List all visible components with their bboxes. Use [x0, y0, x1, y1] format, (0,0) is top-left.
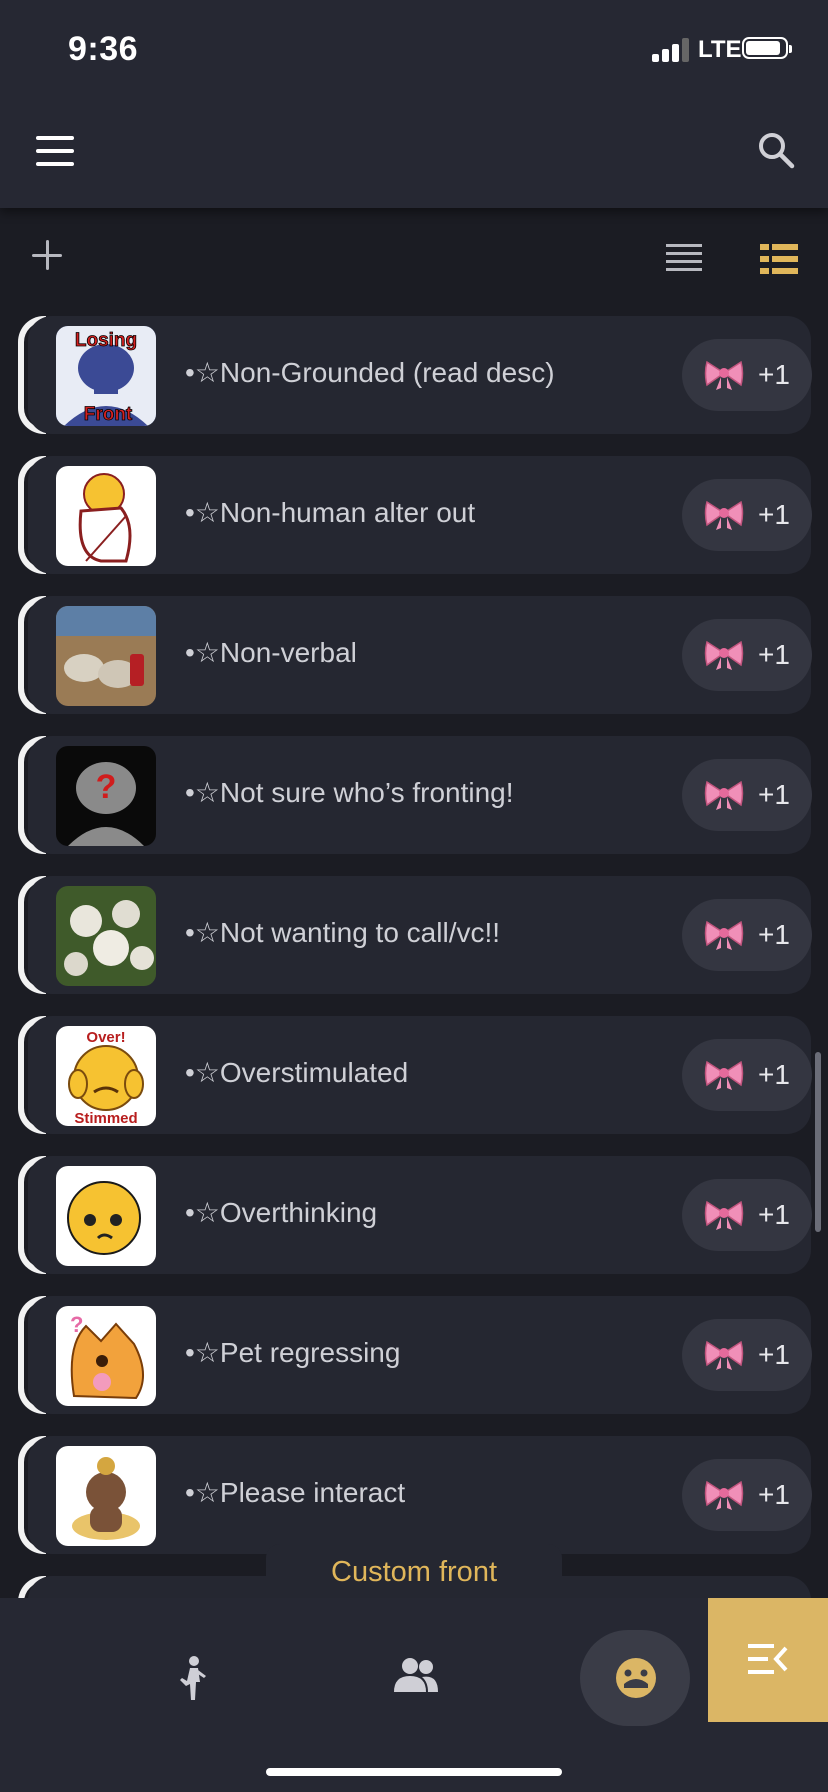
bottom-navigation: [0, 1598, 828, 1792]
list-item[interactable]: •☆Non-verbal +1: [18, 596, 812, 714]
bow-icon: [704, 500, 744, 530]
row-label: •☆Pet regressing: [185, 1337, 401, 1368]
bump-count: +1: [758, 1479, 790, 1510]
row-label: •☆Non-verbal: [185, 637, 357, 668]
signal-icon: [652, 38, 694, 62]
avatar-text: Over!: [86, 1029, 125, 1046]
bow-icon: [704, 1340, 744, 1370]
bow-icon: [704, 780, 744, 810]
row-card[interactable]: ? •☆Pet regressing +1: [28, 1296, 812, 1414]
list-item[interactable]: •☆Not wanting to call/vc!! +1: [18, 876, 812, 994]
list-view-icon[interactable]: [664, 244, 704, 274]
avatar: Losing Front: [56, 326, 156, 426]
bump-count: +1: [758, 1199, 790, 1230]
bump-count: +1: [758, 779, 790, 810]
list-item[interactable]: ? •☆Not sure who’s fronting! +1: [18, 736, 812, 854]
row-card[interactable]: •☆Please interact +1: [28, 1436, 812, 1554]
avatar: ?: [56, 1306, 156, 1406]
svg-text:?: ?: [96, 768, 117, 806]
bump-button[interactable]: +1: [682, 899, 812, 971]
row-card[interactable]: Losing Front •☆Non-Grounded (read desc) …: [28, 316, 812, 434]
bump-button[interactable]: +1: [682, 619, 812, 691]
row-label: •☆Not wanting to call/vc!!: [185, 917, 501, 948]
app-header: 9:36 LTE: [0, 0, 828, 208]
bump-count: +1: [758, 639, 790, 670]
bump-count: +1: [758, 359, 790, 390]
avatar: [56, 886, 156, 986]
list-item[interactable]: •☆Overthinking +1: [18, 1156, 812, 1274]
avatar: [56, 466, 156, 566]
row-card[interactable]: •☆Not wanting to call/vc!! +1: [28, 876, 812, 994]
nav-members-button[interactable]: [358, 1630, 468, 1726]
bump-count: +1: [758, 919, 790, 950]
bow-icon: [704, 1480, 744, 1510]
avatar: [56, 1166, 156, 1266]
bump-count: +1: [758, 1059, 790, 1090]
svg-text:?: ?: [70, 1312, 83, 1337]
avatar-text: Losing: [75, 330, 137, 351]
list-item[interactable]: Over! Stimmed •☆Overstimulated +1: [18, 1016, 812, 1134]
bump-button[interactable]: +1: [682, 339, 812, 411]
bump-button[interactable]: +1: [682, 1319, 812, 1391]
bump-button[interactable]: +1: [682, 1179, 812, 1251]
scrollbar[interactable]: [815, 1052, 821, 1232]
walking-person-icon: [180, 1656, 206, 1700]
row-card[interactable]: •☆Non-verbal +1: [28, 596, 812, 714]
search-icon[interactable]: [756, 130, 796, 170]
avatar-text: Front: [84, 404, 133, 425]
bump-button[interactable]: +1: [682, 1459, 812, 1531]
list-item[interactable]: Losing Front •☆Non-Grounded (read desc) …: [18, 316, 812, 434]
nav-fronting-button[interactable]: [138, 1630, 248, 1726]
detail-view-icon[interactable]: [760, 244, 798, 274]
custom-front-tab: Custom front: [266, 1544, 562, 1602]
row-label: •☆Overthinking: [185, 1197, 378, 1228]
row-label: •☆Non-Grounded (read desc): [185, 357, 555, 388]
bump-button[interactable]: +1: [682, 479, 812, 551]
row-label: •☆Please interact: [185, 1477, 406, 1508]
avatar-text: Stimmed: [74, 1110, 137, 1126]
menu-collapse-icon: [748, 1644, 788, 1674]
bump-count: +1: [758, 499, 790, 530]
bow-icon: [704, 640, 744, 670]
list-item[interactable]: •☆Non-human alter out +1: [18, 456, 812, 574]
bump-button[interactable]: +1: [682, 759, 812, 831]
group-icon: [394, 1658, 438, 1692]
network-type: LTE: [698, 36, 742, 63]
row-card[interactable]: Over! Stimmed •☆Overstimulated +1: [28, 1016, 812, 1134]
bow-icon: [704, 1200, 744, 1230]
list-item[interactable]: ? •☆Pet regressing +1: [18, 1296, 812, 1414]
home-indicator: [266, 1768, 562, 1776]
bow-icon: [704, 1060, 744, 1090]
hamburger-menu-icon[interactable]: [36, 136, 76, 166]
bow-icon: [704, 360, 744, 390]
avatar: ?: [56, 746, 156, 846]
row-label: •☆Overstimulated: [185, 1057, 409, 1088]
row-label: •☆Non-human alter out: [185, 497, 476, 528]
row-card[interactable]: •☆Non-human alter out +1: [28, 456, 812, 574]
nav-custom-front-button[interactable]: [580, 1630, 690, 1726]
bow-icon: [704, 920, 744, 950]
avatar: Over! Stimmed: [56, 1026, 156, 1126]
row-card[interactable]: ? •☆Not sure who’s fronting! +1: [28, 736, 812, 854]
row-label: •☆Not sure who’s fronting!: [185, 777, 514, 808]
custom-front-list: Losing Front •☆Non-Grounded (read desc) …: [0, 316, 828, 1628]
row-card[interactable]: •☆Overthinking +1: [28, 1156, 812, 1274]
status-time: 9:36: [68, 30, 139, 68]
list-toolbar: [0, 208, 828, 308]
bump-count: +1: [758, 1339, 790, 1370]
plus-icon[interactable]: [30, 238, 66, 274]
bump-button[interactable]: +1: [682, 1039, 812, 1111]
list-item[interactable]: •☆Please interact +1: [18, 1436, 812, 1554]
drawer-toggle-button[interactable]: [708, 1598, 828, 1722]
avatar: [56, 1446, 156, 1546]
custom-front-label: Custom front: [331, 1556, 497, 1588]
battery-icon: [742, 37, 792, 59]
custom-front-face-icon: [616, 1658, 656, 1698]
avatar: [56, 606, 156, 706]
